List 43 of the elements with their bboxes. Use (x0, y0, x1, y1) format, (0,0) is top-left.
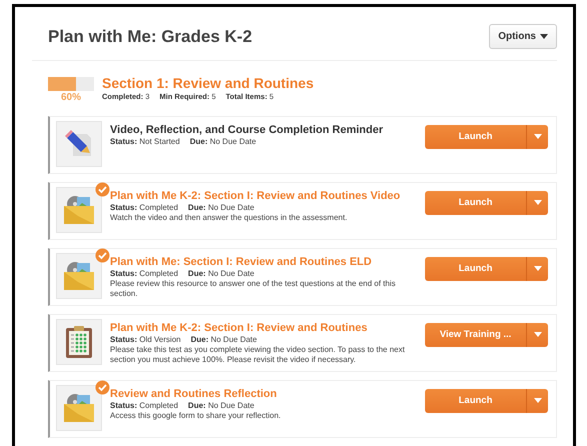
item-description: Please review this resource to answer one of the test questions at the end of this section. (110, 279, 396, 299)
caret-icon (534, 332, 542, 337)
item-title[interactable]: Plan with Me: Section I: Review and Routines ELD (110, 256, 417, 268)
dropdown-button[interactable] (526, 388, 548, 412)
item-due-date: Due: No Due Date (190, 137, 256, 146)
item-status: Status: Not Started (110, 137, 180, 146)
caret-icon (534, 398, 542, 403)
item-title[interactable]: Review and Routines Reflection (110, 388, 417, 400)
item-due-date: Due: No Due Date (188, 269, 254, 278)
clipboard-icon (65, 324, 93, 358)
item-description: Please take this test as you complete viewing the video section. To pass to the next section you must achieve 100%. Please revisit the video if necessary. (110, 345, 406, 365)
item-due-date: Due: No Due Date (188, 203, 254, 212)
dropdown-button[interactable] (526, 256, 548, 280)
dropdown-button[interactable] (526, 190, 548, 214)
item-status: Status: Completed (110, 401, 178, 410)
item-title[interactable]: Plan with Me K-2: Section I: Review and Routines Video (110, 190, 417, 202)
progress-percent: 60% (60, 92, 81, 104)
launch-button[interactable]: Launch (425, 388, 526, 412)
item-status: Status: Completed (110, 269, 178, 278)
item-description: Access this google form to share your reflection. (110, 411, 282, 421)
item-due-date: Due: No Due Date (190, 335, 257, 344)
section-title: Section 1: Review and Routines (102, 75, 314, 92)
launch-button[interactable]: Launch (425, 124, 526, 148)
item-title[interactable]: Plan with Me K-2: Section I: Review and Routines (110, 322, 417, 334)
launch-button[interactable]: View Training ... (425, 322, 526, 346)
caret-icon (534, 266, 542, 271)
folder-icon (62, 194, 96, 226)
options-button[interactable]: Options (489, 24, 557, 49)
caret-icon (534, 200, 542, 205)
item-title[interactable]: Video, Reflection, and Course Completion Reminder (110, 124, 417, 136)
launch-button[interactable]: Launch (425, 256, 526, 280)
folder-icon (62, 392, 96, 424)
item-status: Status: Old Version (110, 335, 181, 344)
dropdown-button[interactable] (526, 124, 548, 148)
item-status: Status: Completed (110, 203, 178, 212)
page-title: Plan with Me: Grades K-2 (48, 26, 252, 46)
item-due-date: Due: No Due Date (188, 401, 254, 410)
caret-icon (540, 34, 548, 39)
launch-button[interactable]: Launch (425, 190, 526, 214)
item-description: Watch the video and then answer the questions in the assessment. (110, 213, 348, 223)
caret-icon (534, 134, 542, 139)
folder-icon (62, 260, 96, 292)
dropdown-button[interactable] (526, 322, 548, 346)
